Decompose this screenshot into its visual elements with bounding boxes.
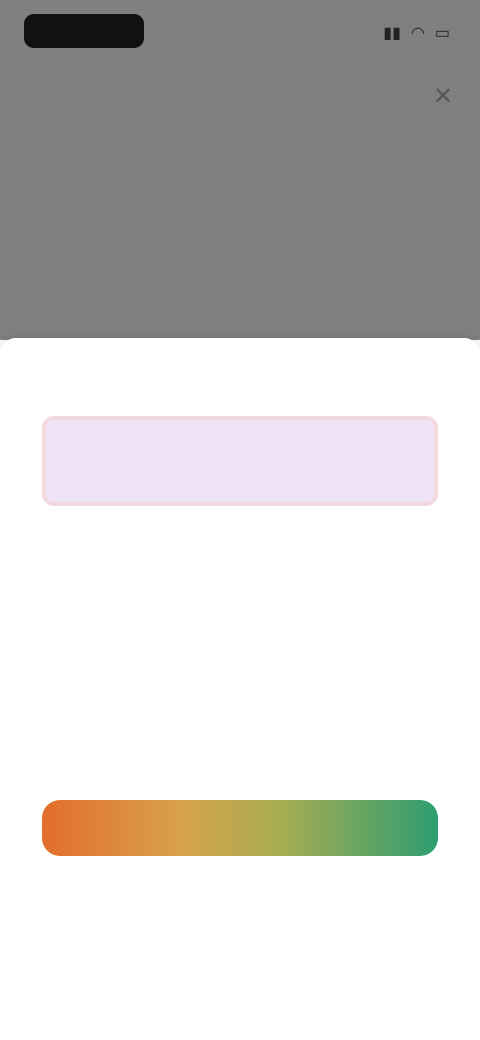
- status-time: [24, 14, 144, 48]
- wifi-icon: ◠: [410, 25, 425, 42]
- signal-icon: ▮▮: [383, 25, 401, 42]
- bottom-sheet: [0, 338, 480, 1040]
- highlight-card[interactable]: [42, 416, 438, 506]
- gradient-bar: [42, 800, 438, 856]
- list-item-1[interactable]: [96, 544, 416, 594]
- dimmed-backdrop[interactable]: ▮▮ ◠ ▭ ✕: [0, 0, 480, 340]
- list-item-2[interactable]: [96, 688, 416, 738]
- close-icon[interactable]: ✕: [428, 82, 458, 112]
- status-bar: ▮▮ ◠ ▭: [0, 0, 480, 64]
- screen: ▮▮ ◠ ▭ ✕: [0, 0, 480, 1040]
- highlight-left: [72, 442, 312, 448]
- battery-icon: ▭: [434, 25, 450, 42]
- status-icons: ▮▮ ◠ ▭: [330, 22, 450, 44]
